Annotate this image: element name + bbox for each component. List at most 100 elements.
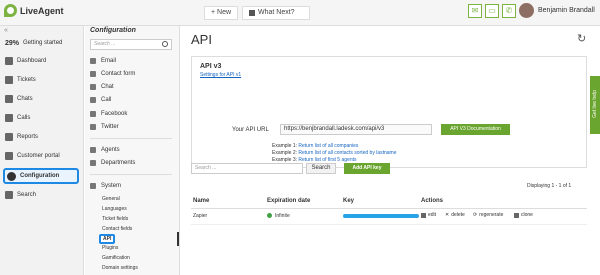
sidebar-item-configuration[interactable]: Configuration bbox=[3, 168, 79, 184]
sidebar-item-dashboard[interactable]: Dashboard bbox=[3, 53, 79, 69]
search-icon[interactable] bbox=[162, 41, 168, 47]
top-bar: LiveAgent + New What Next? ✉ ▭ ✆ Benjami… bbox=[0, 0, 600, 26]
config-item-call[interactable]: Call bbox=[90, 94, 111, 106]
example-link[interactable]: Return list of all contacts sorted by la… bbox=[298, 150, 396, 156]
config-item-email[interactable]: Email bbox=[90, 55, 116, 67]
sidebar-item-label: Tickets bbox=[17, 77, 36, 83]
config-item-system[interactable]: System bbox=[90, 180, 121, 192]
refresh-icon[interactable]: ↻ bbox=[577, 32, 586, 45]
example-link[interactable]: Return list of all companies bbox=[298, 143, 358, 149]
departments-icon bbox=[90, 160, 96, 166]
example-line: Example 1: Return list of all companies bbox=[272, 143, 358, 149]
column-header[interactable]: Name bbox=[193, 198, 209, 204]
sidebar-item-label: Configuration bbox=[20, 173, 60, 179]
app-logo[interactable]: LiveAgent bbox=[4, 4, 64, 17]
row-name: Zapier bbox=[193, 213, 208, 219]
action-label: clone bbox=[521, 212, 533, 218]
delete-action[interactable]: ✕ delete bbox=[445, 212, 465, 218]
reports-icon bbox=[5, 133, 13, 141]
config-item-label: Departments bbox=[101, 160, 136, 166]
user-name: Benjamin Brandall bbox=[538, 7, 595, 14]
config-sub-api[interactable]: API bbox=[99, 234, 116, 244]
divider bbox=[90, 174, 172, 175]
sidebar-item-label: Search bbox=[17, 192, 37, 198]
column-header[interactable]: Key bbox=[343, 198, 354, 204]
config-sub-gamification[interactable]: Gamification bbox=[102, 255, 130, 261]
clone-action[interactable]: clone bbox=[514, 212, 533, 218]
config-item-contact-form[interactable]: Contact form bbox=[90, 68, 135, 80]
config-item-label: Twitter bbox=[101, 124, 119, 130]
api-documentation-button[interactable]: API V3 Documentation bbox=[441, 124, 510, 135]
avatar bbox=[519, 3, 534, 18]
collapse-sidebar-icon[interactable]: « bbox=[4, 27, 8, 34]
email-icon[interactable]: ✉ bbox=[468, 4, 482, 18]
example-prefix: Example 1: bbox=[272, 143, 298, 149]
config-item-chat[interactable]: Chat bbox=[90, 81, 114, 93]
search-button[interactable]: Search bbox=[306, 163, 336, 174]
sidebar-item-getting-started[interactable]: 29% Getting started bbox=[3, 35, 79, 51]
chats-icon bbox=[5, 95, 13, 103]
sidebar-item-label: Calls bbox=[17, 115, 31, 121]
phone-icon[interactable]: ✆ bbox=[502, 4, 516, 18]
config-item-facebook[interactable]: Facebook bbox=[90, 108, 127, 120]
pencil-icon bbox=[421, 212, 426, 218]
configuration-panel: Configuration Search ... Email Contact f… bbox=[85, 26, 180, 275]
tickets-icon bbox=[5, 76, 13, 84]
add-api-key-button[interactable]: Add API key bbox=[344, 163, 390, 174]
liveagent-logo-icon bbox=[4, 4, 17, 17]
close-icon: ✕ bbox=[445, 212, 450, 218]
search-icon bbox=[5, 191, 13, 199]
gear-icon bbox=[7, 171, 16, 181]
config-sub-ticket-fields[interactable]: Ticket fields bbox=[102, 216, 128, 222]
api-url-field[interactable]: https://benjbrandall.ladesk.com/api/v3 bbox=[280, 124, 432, 135]
customer-portal-icon bbox=[5, 152, 13, 160]
edit-action[interactable]: edit bbox=[421, 212, 436, 218]
column-header[interactable]: Expiration date bbox=[267, 198, 310, 204]
live-help-tab[interactable]: Get live help bbox=[590, 76, 600, 134]
twitter-icon bbox=[90, 124, 96, 130]
api-url-label: Your API URL bbox=[232, 127, 269, 133]
config-item-label: Facebook bbox=[101, 111, 128, 117]
agents-icon bbox=[90, 147, 96, 153]
panel-title: Configuration bbox=[90, 27, 136, 34]
action-label: edit bbox=[428, 212, 437, 218]
config-sub-plugins[interactable]: Plugins bbox=[102, 245, 118, 251]
sidebar-item-reports[interactable]: Reports bbox=[3, 129, 79, 145]
expiration-value: Infinite bbox=[275, 213, 290, 219]
config-item-label: Agents bbox=[101, 147, 120, 153]
facebook-icon bbox=[90, 111, 96, 117]
regenerate-icon: ⟳ bbox=[473, 212, 478, 218]
sidebar-item-tickets[interactable]: Tickets bbox=[3, 72, 79, 88]
panel-scrollbar[interactable] bbox=[177, 232, 179, 246]
sidebar-item-label: Customer portal bbox=[17, 153, 60, 159]
regenerate-action[interactable]: ⟳ regenerate bbox=[473, 212, 503, 218]
sidebar-item-calls[interactable]: Calls bbox=[3, 110, 79, 126]
api-key-search-input[interactable]: Search ... bbox=[191, 163, 303, 174]
sidebar-item-customer-portal[interactable]: Customer portal bbox=[3, 148, 79, 164]
phone-icon bbox=[90, 97, 96, 103]
config-item-label: Chat bbox=[101, 84, 114, 90]
config-item-agents[interactable]: Agents bbox=[90, 144, 120, 156]
new-tab-button[interactable]: + New bbox=[204, 6, 239, 20]
config-sub-domain-settings[interactable]: Domain settings bbox=[102, 265, 138, 271]
status-dot-icon bbox=[267, 213, 272, 219]
config-sub-general[interactable]: General bbox=[102, 196, 120, 202]
divider bbox=[90, 138, 172, 139]
sidebar-item-label: Reports bbox=[17, 134, 39, 140]
user-menu[interactable]: Benjamin Brandall bbox=[519, 3, 595, 18]
tab-what-next[interactable]: What Next? bbox=[242, 6, 310, 20]
config-sub-languages[interactable]: Languages bbox=[102, 206, 127, 212]
sidebar-item-search[interactable]: Search bbox=[3, 187, 79, 203]
chat-icon[interactable]: ▭ bbox=[485, 4, 499, 18]
settings-api-v1-link[interactable]: Settings for API v1 bbox=[200, 72, 241, 78]
main-content: API ↻ API v3 Settings for API v1 Your AP… bbox=[181, 26, 600, 275]
sidebar-item-chats[interactable]: Chats bbox=[3, 91, 79, 107]
tab-label: What Next? bbox=[258, 9, 295, 16]
config-item-twitter[interactable]: Twitter bbox=[90, 121, 119, 133]
dashboard-icon bbox=[5, 57, 13, 65]
config-item-departments[interactable]: Departments bbox=[90, 157, 135, 169]
calls-icon bbox=[5, 114, 13, 122]
config-search-input[interactable]: Search ... bbox=[90, 39, 172, 50]
flag-icon bbox=[249, 10, 255, 16]
config-sub-contact-fields[interactable]: Contact fields bbox=[102, 226, 132, 232]
